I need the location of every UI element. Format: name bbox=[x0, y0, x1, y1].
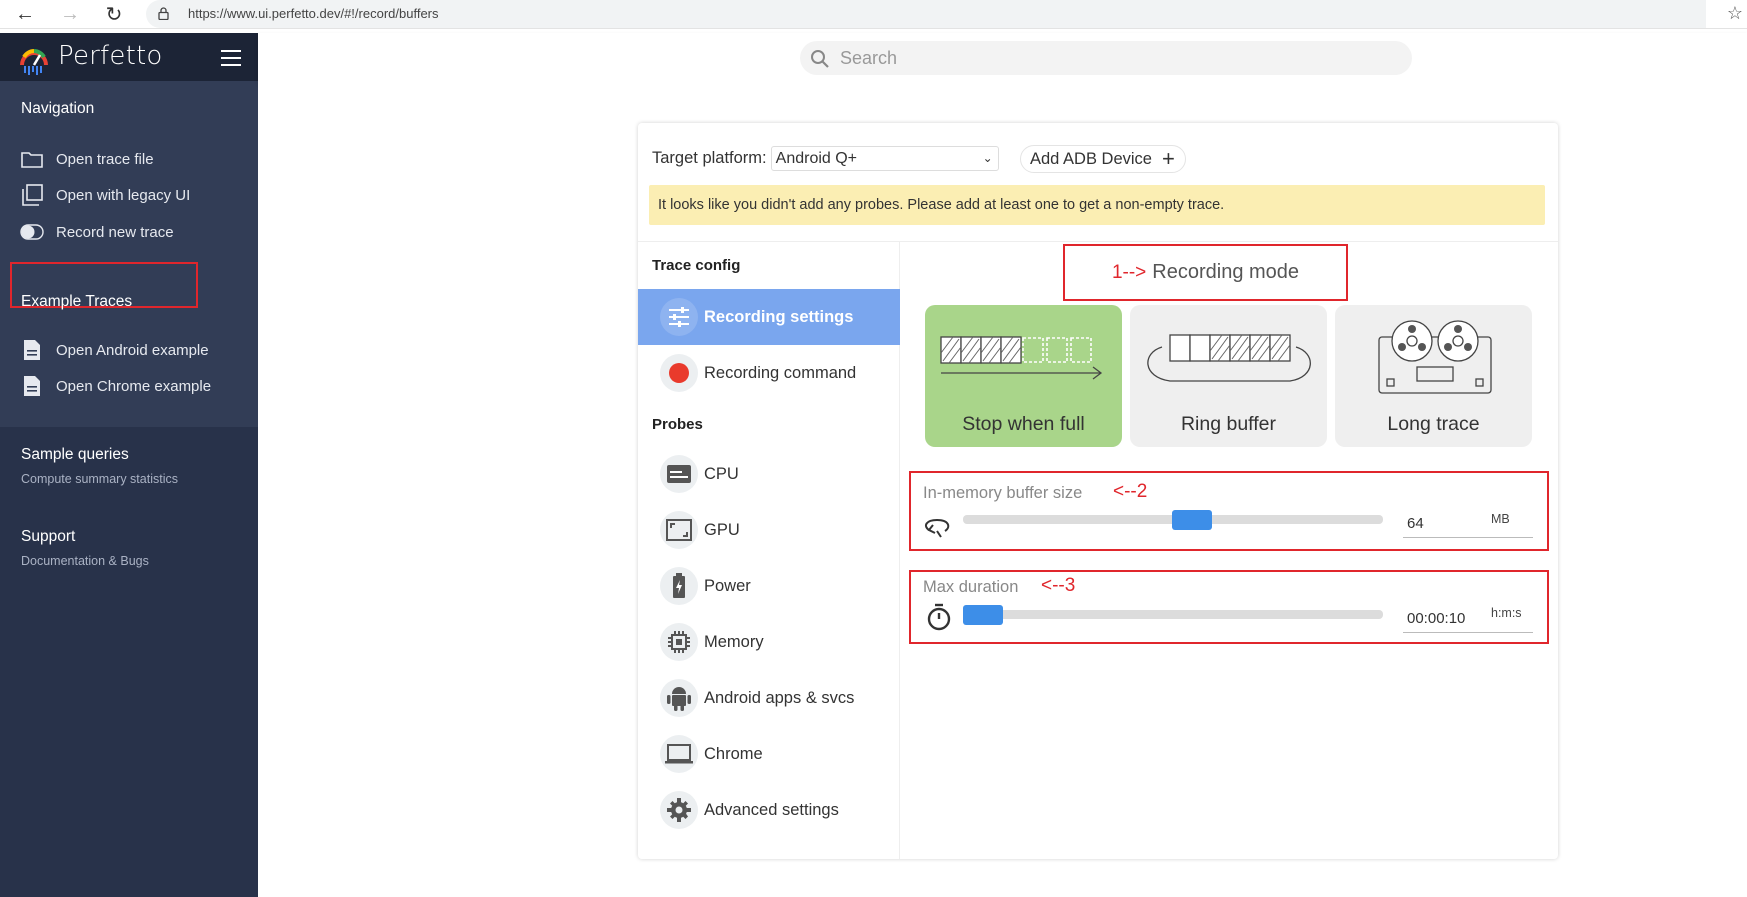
config-item-recording-settings[interactable]: Recording settings bbox=[638, 289, 900, 345]
buffer-size-slider[interactable] bbox=[963, 510, 1383, 530]
android-icon bbox=[660, 679, 698, 717]
sidebar: Perfetto Navigation Open trace file Open… bbox=[0, 33, 258, 897]
long-trace-tape-icon bbox=[1378, 320, 1492, 394]
mode-ring-buffer[interactable]: Ring buffer bbox=[1130, 305, 1327, 447]
probe-item-gpu[interactable]: GPU bbox=[638, 502, 900, 558]
target-platform-value[interactable]: Android Q+ bbox=[770, 145, 999, 171]
buffer-size-label: In-memory buffer size bbox=[923, 484, 1083, 502]
sidebar-item-open-trace-file[interactable]: Open trace file bbox=[20, 144, 230, 174]
sidebar-item-open-chrome-example[interactable]: Open Chrome example bbox=[20, 371, 230, 401]
top-bar bbox=[258, 33, 1747, 83]
browser-toolbar: ← → ↻ https://www.ui.perfetto.dev/#!/rec… bbox=[0, 0, 1747, 29]
search-input[interactable] bbox=[840, 47, 1390, 69]
trace-config-heading: Trace config bbox=[652, 257, 741, 274]
sidebar-header: Perfetto bbox=[0, 33, 258, 81]
forward-arrow-icon[interactable]: → bbox=[57, 2, 83, 26]
address-bar[interactable]: https://www.ui.perfetto.dev/#!/record/bu… bbox=[146, 0, 1706, 28]
max-duration-slider-thumb[interactable] bbox=[963, 605, 1003, 625]
memory-icon bbox=[660, 623, 698, 661]
url-text: https://www.ui.perfetto.dev/#!/record/bu… bbox=[188, 6, 439, 21]
buffer-size-input-underline bbox=[1403, 537, 1533, 538]
sidebar-item-record-new-trace[interactable]: Record new trace bbox=[20, 217, 230, 247]
mode-stop-when-full[interactable]: Stop when full bbox=[925, 305, 1122, 447]
perfetto-logo-icon bbox=[20, 49, 48, 75]
laptop-icon bbox=[660, 735, 698, 773]
timer-icon bbox=[927, 603, 951, 631]
sidebar-item-open-android-example[interactable]: Open Android example bbox=[20, 335, 230, 365]
support-heading[interactable]: Support bbox=[21, 528, 75, 546]
battery-icon bbox=[660, 567, 698, 605]
max-duration-input-underline bbox=[1403, 632, 1533, 633]
stop-when-full-diagram-icon bbox=[940, 336, 1103, 380]
sidebar-main-sections: Navigation Open trace file Open with leg… bbox=[0, 81, 258, 427]
plus-icon: + bbox=[1161, 146, 1175, 171]
target-platform-row: Target platform: Android Q+ ⌄ bbox=[652, 145, 999, 171]
recording-mode-annotation: 1--> bbox=[1111, 261, 1147, 283]
buffer-size-value[interactable]: 64 bbox=[1407, 515, 1424, 532]
target-platform-select[interactable]: Android Q+ ⌄ bbox=[770, 145, 999, 171]
reload-icon[interactable]: ↻ bbox=[101, 2, 127, 26]
ring-arrow-icon bbox=[924, 518, 950, 538]
folder-icon bbox=[20, 147, 44, 171]
buffer-size-annotation-box: In-memory buffer size <--2 64 MB bbox=[909, 471, 1549, 551]
probe-item-cpu[interactable]: CPU bbox=[638, 446, 900, 502]
config-item-recording-command[interactable]: Recording command bbox=[638, 345, 900, 401]
settings-icon bbox=[660, 791, 698, 829]
probe-item-android-apps[interactable]: Android apps & svcs bbox=[638, 670, 900, 726]
record-dot-icon bbox=[660, 354, 698, 392]
back-arrow-icon[interactable]: ← bbox=[12, 2, 38, 26]
bookmark-star-icon[interactable]: ☆ bbox=[1727, 3, 1743, 24]
config-sidebar: Trace config Recording settings Recordin… bbox=[638, 241, 900, 859]
probe-item-memory[interactable]: Memory bbox=[638, 614, 900, 670]
support-subtitle: Documentation & Bugs bbox=[21, 554, 149, 568]
search-icon bbox=[811, 50, 829, 68]
recording-mode-title: Recording mode bbox=[1152, 261, 1300, 283]
probe-item-power[interactable]: Power bbox=[638, 558, 900, 614]
tune-icon bbox=[660, 298, 698, 336]
max-duration-annotation-box: Max duration <--3 00:00:10 h:m:s bbox=[909, 570, 1549, 644]
ring-buffer-diagram-icon bbox=[1147, 334, 1311, 382]
cpu-icon bbox=[660, 455, 698, 493]
buffer-size-slider-thumb[interactable] bbox=[1172, 510, 1212, 530]
buffer-size-annotation: <--2 bbox=[1113, 481, 1148, 502]
toggle-icon bbox=[20, 220, 44, 244]
search-box[interactable] bbox=[800, 41, 1412, 75]
probe-item-chrome[interactable]: Chrome bbox=[638, 726, 900, 782]
target-platform-label: Target platform: bbox=[652, 148, 767, 167]
max-duration-value[interactable]: 00:00:10 bbox=[1407, 610, 1465, 627]
mode-long-trace[interactable]: Long trace bbox=[1335, 305, 1532, 447]
app-title: Perfetto bbox=[58, 41, 163, 71]
lock-icon bbox=[158, 7, 169, 20]
sample-queries-heading[interactable]: Sample queries bbox=[21, 446, 129, 464]
example-traces-heading: Example Traces bbox=[21, 293, 133, 310]
gpu-icon bbox=[660, 511, 698, 549]
description-icon bbox=[20, 338, 44, 362]
max-duration-annotation: <--3 bbox=[1041, 575, 1076, 596]
sidebar-item-open-legacy-ui[interactable]: Open with legacy UI bbox=[20, 180, 230, 210]
probes-heading: Probes bbox=[652, 416, 703, 433]
recording-mode-annotation-box: 1--> Recording mode bbox=[1063, 244, 1348, 301]
max-duration-slider[interactable] bbox=[963, 605, 1383, 625]
sample-queries-subtitle: Compute summary statistics bbox=[21, 472, 178, 486]
max-duration-unit: h:m:s bbox=[1491, 606, 1522, 620]
filter-none-icon bbox=[20, 183, 44, 207]
buffer-size-unit: MB bbox=[1491, 512, 1510, 526]
max-duration-label: Max duration bbox=[923, 578, 1019, 596]
no-probes-warning: It looks like you didn't add any probes.… bbox=[649, 185, 1545, 225]
add-adb-device-label: Add ADB Device bbox=[1030, 149, 1152, 168]
record-page-panel: Target platform: Android Q+ ⌄ Add ADB De… bbox=[638, 123, 1558, 859]
probe-item-advanced-settings[interactable]: Advanced settings bbox=[638, 782, 900, 838]
add-adb-device-button[interactable]: Add ADB Device + bbox=[1020, 145, 1186, 173]
navigation-heading: Navigation bbox=[21, 100, 95, 117]
description-icon bbox=[20, 374, 44, 398]
hamburger-menu-icon[interactable] bbox=[221, 50, 241, 66]
